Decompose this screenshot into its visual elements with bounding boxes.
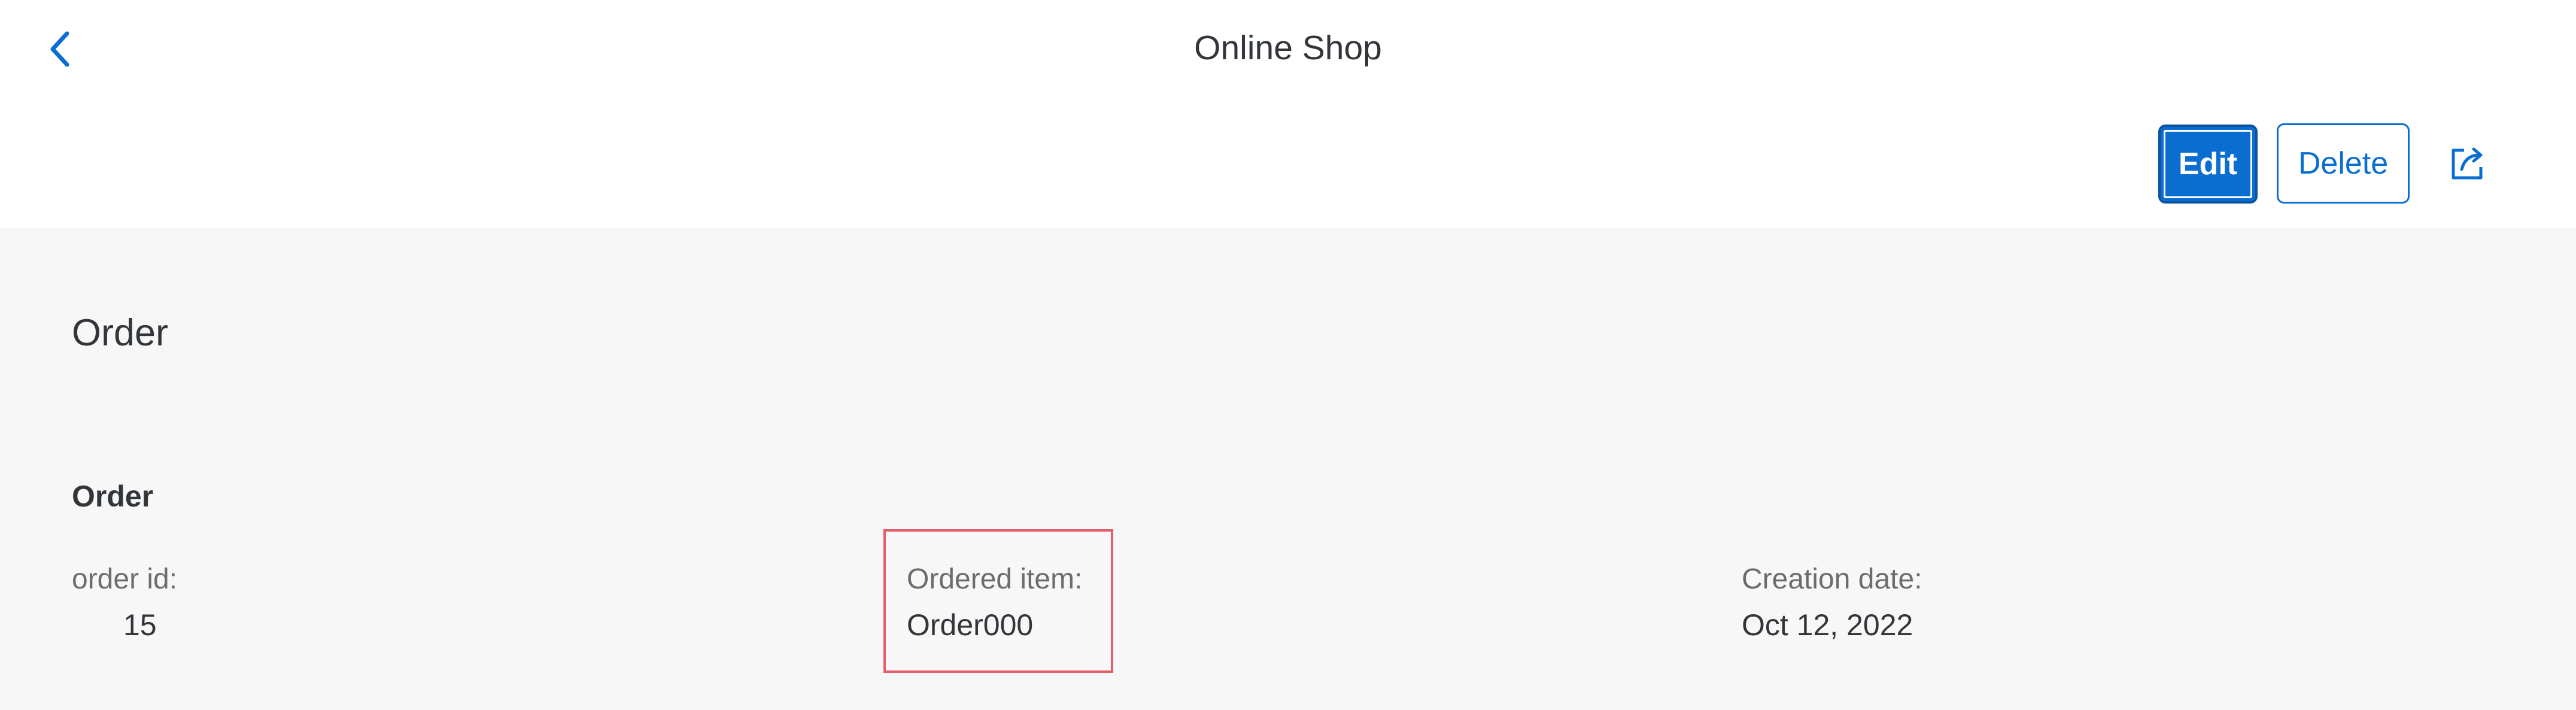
ordered-item-label: Ordered item: (907, 563, 1083, 595)
section-title: Order (72, 480, 154, 513)
creation-date-label: Creation date: (1742, 563, 1922, 595)
order-id-value: 15 (123, 608, 157, 642)
order-id-label: order id: (72, 563, 178, 595)
object-title: Order (72, 312, 169, 354)
creation-date-value: Oct 12, 2022 (1742, 608, 1913, 642)
object-page-content: Order Order order id: 15 Ordered item: O… (0, 227, 2576, 710)
share-icon (2452, 147, 2483, 180)
delete-button[interactable]: Delete (2277, 123, 2410, 204)
app-title: Online Shop (1194, 29, 1382, 67)
ordered-item-value: Order000 (907, 608, 1034, 642)
object-toolbar: Edit Delete (0, 101, 2576, 227)
share-button[interactable] (2440, 131, 2496, 196)
edit-button[interactable]: Edit (2158, 125, 2258, 204)
highlight-box (883, 529, 1113, 673)
shell-bar: Online Shop (0, 0, 2576, 101)
